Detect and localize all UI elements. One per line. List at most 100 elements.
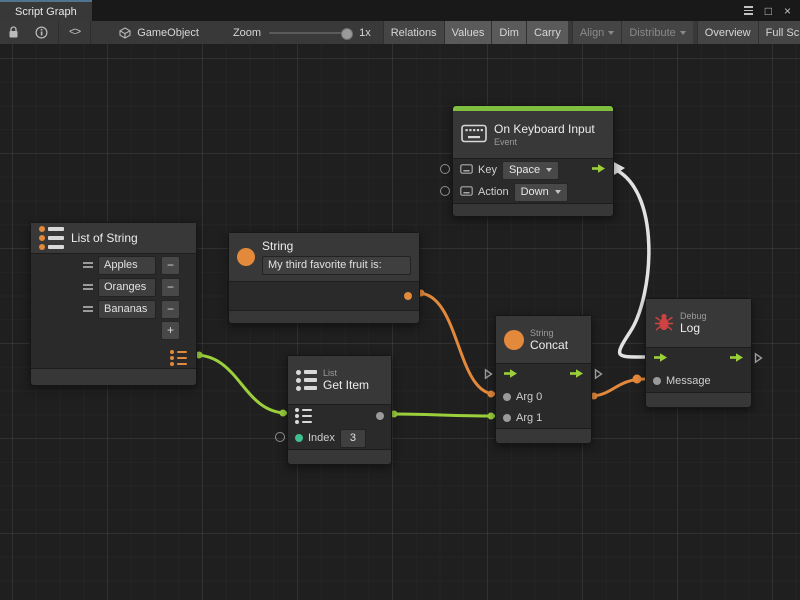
zoom-slider-handle[interactable]	[341, 28, 353, 40]
arg1-label: Arg 1	[516, 412, 542, 424]
index-row: Index 3	[288, 427, 391, 449]
wire-list-to-getitem[interactable]	[195, 355, 287, 413]
flow-output-port[interactable]	[569, 368, 584, 382]
index-input[interactable]: 3	[340, 429, 366, 448]
list-input-port[interactable]	[295, 408, 312, 424]
overview-label: Overview	[705, 27, 751, 39]
distribute-label: Distribute	[629, 27, 675, 39]
zoom-slider[interactable]	[269, 32, 351, 34]
plus-icon: +	[167, 324, 174, 336]
add-item-button[interactable]: +	[161, 321, 180, 340]
bug-icon	[654, 312, 674, 335]
node-header: String Concat	[496, 316, 591, 363]
node-header: On Keyboard Input Event	[453, 111, 613, 158]
string-value-input[interactable]: My third favorite fruit is:	[262, 256, 411, 275]
node-footer	[496, 428, 591, 443]
overview-button[interactable]: Overview	[697, 21, 758, 44]
index-input-port[interactable]	[295, 434, 303, 442]
node-title: Log	[680, 322, 707, 335]
gameobject-target[interactable]: GameObject	[109, 27, 209, 39]
node-on-keyboard-input[interactable]: On Keyboard Input Event Key Space Action…	[452, 105, 614, 217]
info-icon[interactable]	[27, 21, 56, 44]
edit-code-icon[interactable]: <>	[61, 21, 88, 44]
gameobject-label: GameObject	[137, 27, 199, 39]
carry-button[interactable]: Carry	[526, 21, 568, 44]
list-item-value: Bananas	[104, 303, 147, 315]
key-input-port[interactable]	[440, 164, 450, 174]
relations-button[interactable]: Relations	[383, 21, 444, 44]
arg0-input-port[interactable]	[503, 393, 511, 401]
chevron-down-icon	[546, 168, 552, 172]
node-footer	[229, 310, 419, 323]
node-concat[interactable]: String Concat Arg 0 Arg 1	[495, 315, 592, 444]
list-item-input[interactable]: Oranges	[98, 278, 156, 297]
window-controls: □ ×	[744, 0, 800, 21]
arg0-label: Arg 0	[516, 391, 542, 403]
distribute-dropdown[interactable]: Distribute	[621, 21, 692, 44]
chevron-down-icon	[608, 31, 614, 35]
tab-script-graph[interactable]: Script Graph	[0, 0, 92, 21]
code-glyph: <>	[69, 27, 80, 39]
node-footer	[288, 449, 391, 464]
flow-input-port[interactable]	[503, 368, 518, 382]
node-log[interactable]: Debug Log Message	[645, 298, 752, 408]
wire-endpoint-dot	[488, 391, 495, 398]
list-item-input[interactable]: Bananas	[98, 300, 156, 319]
remove-item-button[interactable]: −	[161, 278, 180, 297]
node-string-literal[interactable]: String My third favorite fruit is:	[228, 232, 420, 324]
zoom-value: 1x	[359, 27, 371, 39]
key-port-row: Key Space	[453, 159, 613, 181]
node-ports: Key Space Action Down	[453, 158, 613, 203]
list-icon	[296, 370, 317, 391]
chevron-down-icon	[555, 190, 561, 194]
remove-item-button[interactable]: −	[161, 300, 180, 319]
toolbar-buttons: Relations Values Dim Carry Align Distrib…	[383, 21, 800, 44]
node-ports: Index 3	[288, 404, 391, 449]
dim-button[interactable]: Dim	[491, 21, 526, 44]
drag-handle-icon[interactable]	[83, 306, 93, 313]
key-dropdown[interactable]: Space	[502, 161, 559, 180]
arg1-input-port[interactable]	[503, 414, 511, 422]
values-label: Values	[452, 27, 485, 39]
wire-keyboard-to-log[interactable]	[612, 168, 649, 357]
list-input-row	[288, 405, 391, 427]
node-list-of-string[interactable]: List of String Apples − Oranges − Banana…	[30, 222, 197, 386]
flow-row	[646, 348, 751, 370]
node-header: List of String	[31, 223, 196, 253]
action-input-port[interactable]	[440, 186, 450, 196]
wire-endpoint-dot	[280, 410, 287, 417]
flow-output-port[interactable]	[591, 163, 606, 177]
list-output-port[interactable]	[170, 350, 187, 366]
index-port-marker[interactable]	[275, 432, 285, 442]
drag-handle-icon[interactable]	[83, 284, 93, 291]
node-category: Debug	[680, 311, 707, 321]
maximize-icon[interactable]: □	[765, 5, 772, 17]
list-item-row: Oranges −	[31, 276, 196, 298]
relations-label: Relations	[391, 27, 437, 39]
string-output-port[interactable]	[404, 292, 412, 300]
list-item-input[interactable]: Apples	[98, 256, 156, 275]
graph-canvas[interactable]: On Keyboard Input Event Key Space Action…	[0, 44, 800, 600]
minus-icon: −	[167, 259, 174, 271]
message-input-port[interactable]	[653, 377, 661, 385]
close-icon[interactable]: ×	[784, 5, 791, 17]
key-label: Key	[478, 164, 497, 176]
remove-item-button[interactable]: −	[161, 256, 180, 275]
title-bar: Script Graph □ ×	[0, 0, 800, 21]
node-get-item[interactable]: List Get Item Index 3	[287, 355, 392, 465]
action-label: Action	[478, 186, 509, 198]
values-button[interactable]: Values	[444, 21, 492, 44]
drag-handle-icon[interactable]	[83, 262, 93, 269]
flow-out-marker-icon	[754, 352, 763, 367]
flow-row	[496, 364, 591, 386]
lock-icon[interactable]	[0, 21, 27, 44]
align-dropdown[interactable]: Align	[572, 21, 621, 44]
wire-getitem-to-concat[interactable]	[390, 414, 495, 416]
window-menu-icon[interactable]	[744, 6, 753, 15]
fullscreen-button[interactable]: Full Screen	[758, 21, 800, 44]
item-output-port[interactable]	[376, 412, 384, 420]
zoom-label: Zoom	[233, 27, 261, 39]
flow-output-port[interactable]	[729, 352, 744, 366]
action-dropdown[interactable]: Down	[514, 183, 568, 202]
flow-input-port[interactable]	[653, 352, 668, 366]
